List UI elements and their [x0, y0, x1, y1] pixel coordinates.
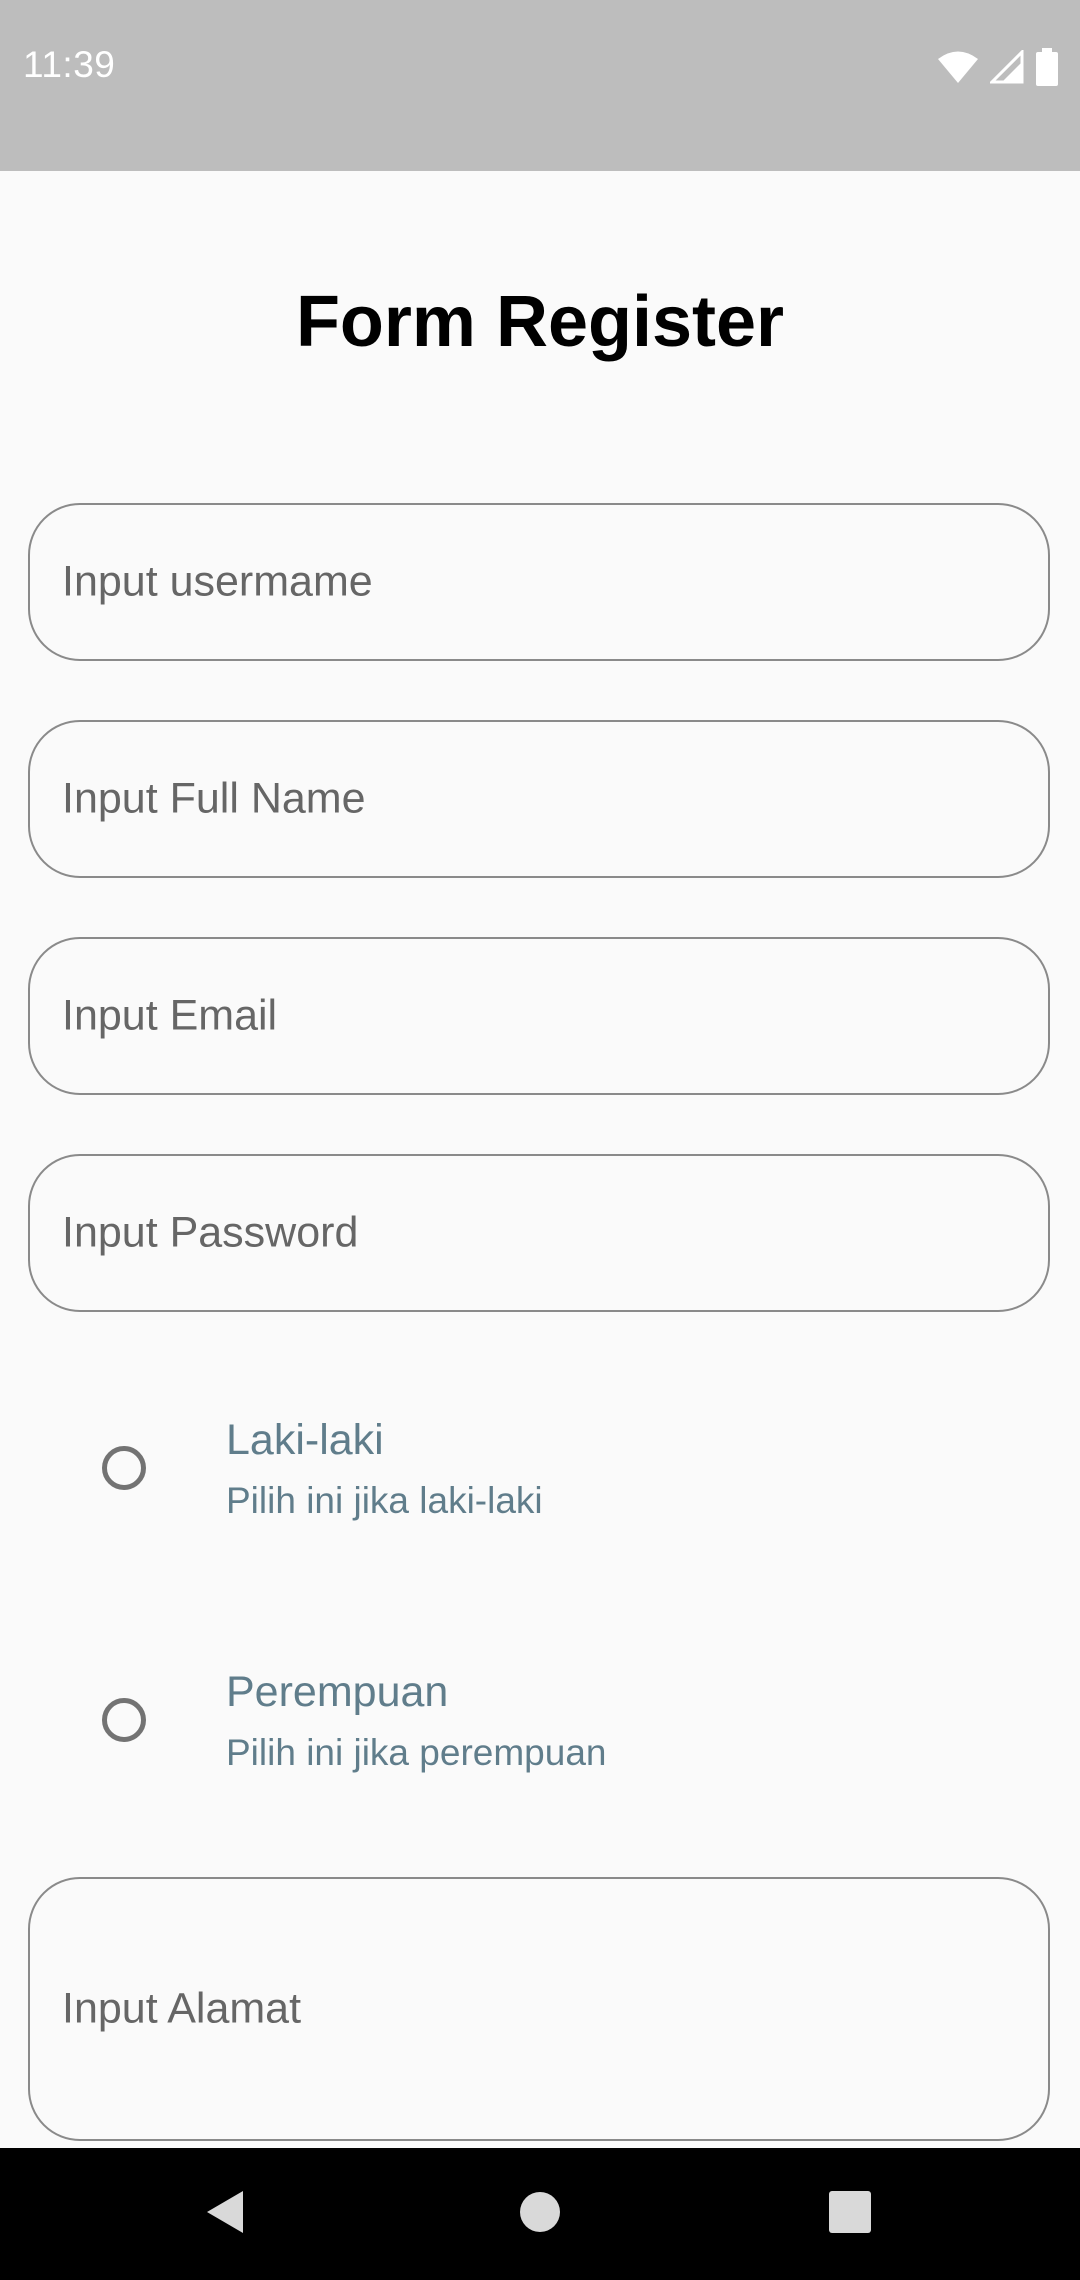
address-placeholder: Input Alamat	[62, 1984, 302, 2033]
gender-option-laki-laki[interactable]: Laki-laki Pilih ini jika laki-laki	[0, 1368, 1080, 1568]
address-field[interactable]: Input Alamat	[28, 1877, 1050, 2141]
username-placeholder: Input usermame	[62, 557, 373, 606]
recents-button[interactable]	[770, 2148, 930, 2280]
status-bar: 11:39	[0, 0, 1080, 171]
full-name-placeholder: Input Full Name	[62, 774, 366, 823]
radio-title-perempuan: Perempuan	[226, 1668, 449, 1716]
email-placeholder: Input Email	[62, 991, 278, 1040]
back-button[interactable]	[145, 2148, 305, 2280]
status-icons	[938, 47, 1058, 87]
recents-icon	[829, 2190, 871, 2238]
email-field[interactable]: Input Email	[28, 937, 1050, 1095]
gender-option-perempuan[interactable]: Perempuan Pilih ini jika perempuan	[0, 1621, 1080, 1821]
signal-icon	[990, 50, 1024, 84]
radio-title-laki-laki: Laki-laki	[226, 1416, 384, 1464]
radio-subtitle-laki-laki: Pilih ini jika laki-laki	[226, 1480, 543, 1521]
radio-button-perempuan[interactable]	[102, 1698, 146, 1742]
full-name-field[interactable]: Input Full Name	[28, 720, 1050, 878]
page-title: Form Register	[295, 282, 785, 362]
radio-subtitle-perempuan: Pilih ini jika perempuan	[226, 1732, 607, 1773]
wifi-icon	[938, 50, 978, 84]
home-icon	[519, 2191, 561, 2238]
back-icon	[205, 2189, 245, 2240]
battery-icon	[1036, 48, 1058, 86]
password-placeholder: Input Password	[62, 1208, 359, 1257]
status-time: 11:39	[23, 44, 116, 85]
radio-button-laki-laki[interactable]	[102, 1446, 146, 1490]
password-field[interactable]: Input Password	[28, 1154, 1050, 1312]
username-field[interactable]: Input usermame	[28, 503, 1050, 661]
home-button[interactable]	[460, 2148, 620, 2280]
navigation-bar	[0, 2148, 1080, 2280]
